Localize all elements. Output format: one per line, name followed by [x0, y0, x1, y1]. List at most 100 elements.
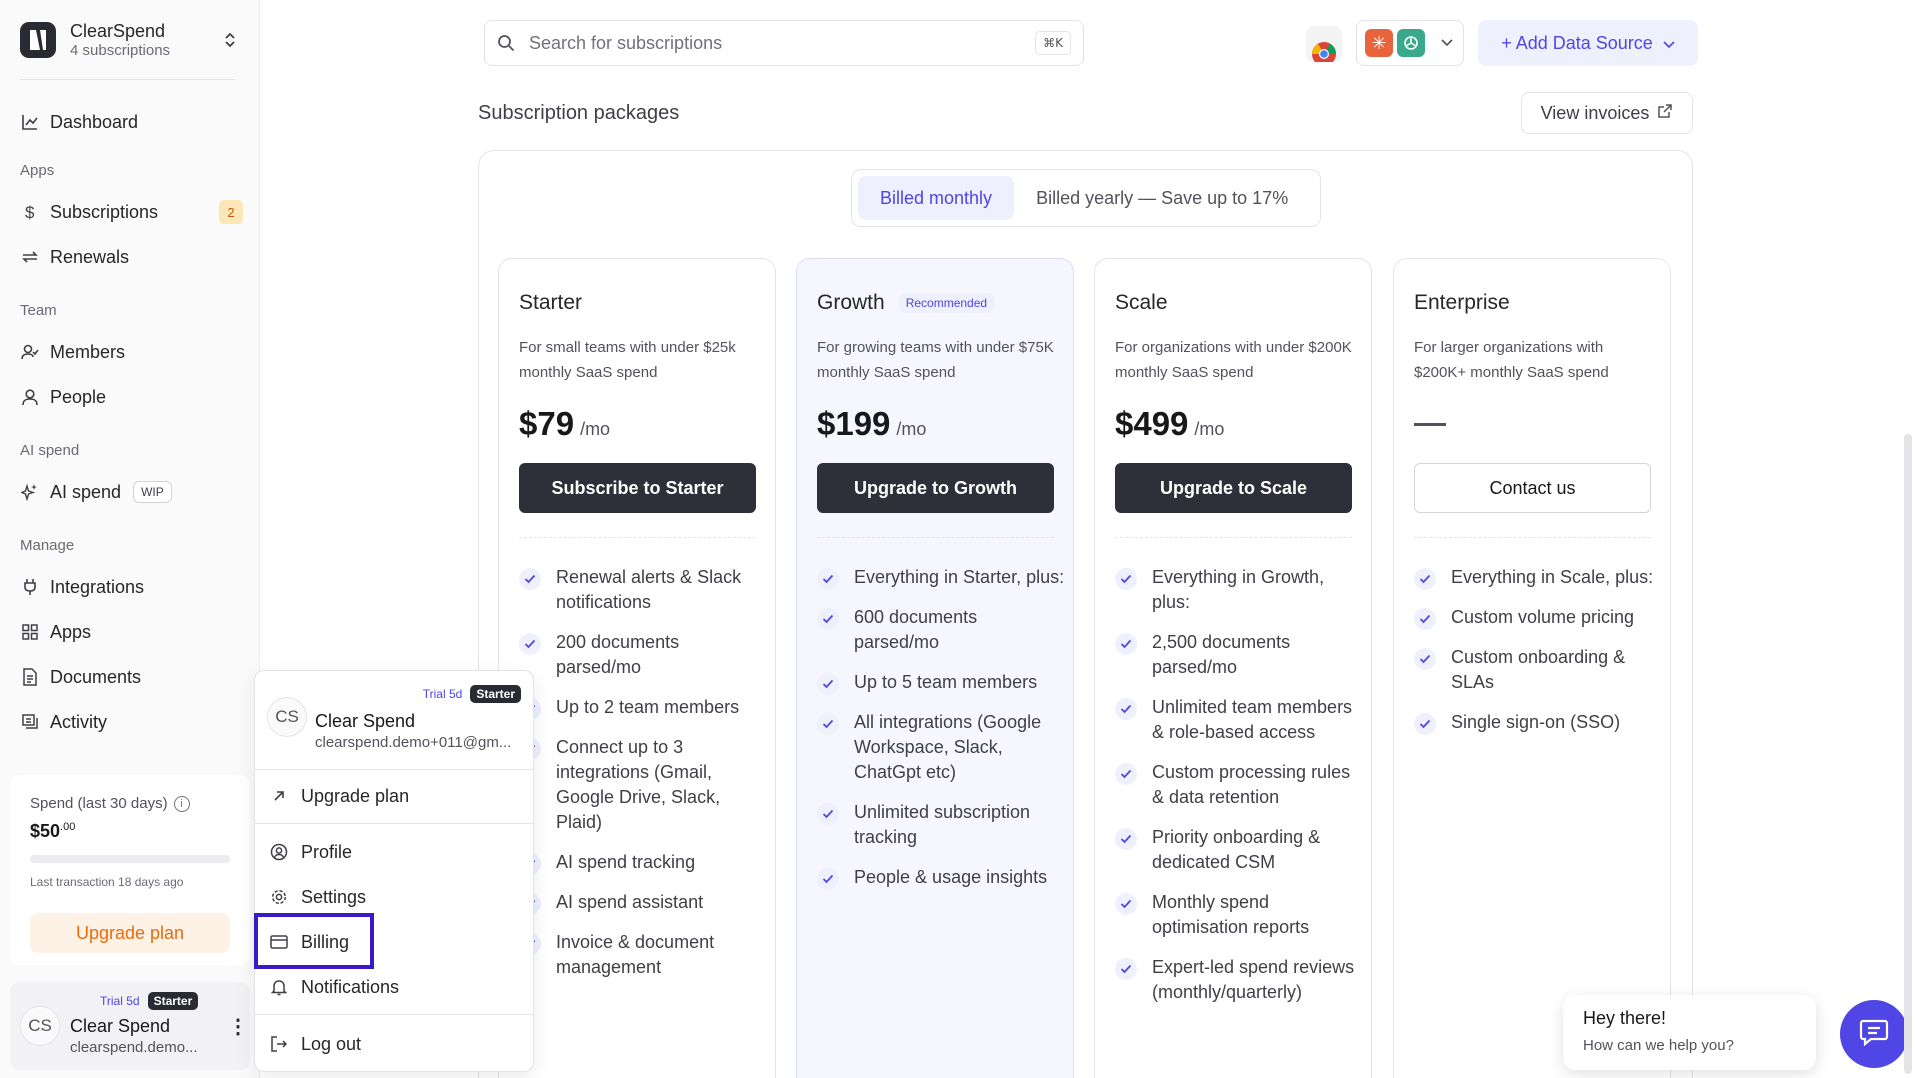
feature-item: 600 documents parsed/mo [817, 605, 1067, 655]
search-input[interactable] [529, 32, 1009, 54]
nav-dashboard-label: Dashboard [50, 111, 139, 132]
plan-description: For organizations with under $200K month… [1115, 339, 1352, 381]
last-transaction: Last transaction 18 days ago [30, 875, 184, 889]
chevron-down-icon [1663, 33, 1675, 54]
user-name: Clear Spend [315, 711, 416, 731]
dollar-icon: $ [20, 202, 40, 222]
feature-item: Monthly spend optimisation reports [1115, 890, 1365, 940]
nav-ai-spend[interactable]: AI spend WIP [20, 477, 172, 507]
more-options-icon[interactable]: ⋮ [228, 1014, 248, 1039]
wip-badge: WIP [133, 481, 172, 503]
plan-price-amount: $499 [1115, 405, 1189, 442]
nav-members[interactable]: Members [20, 337, 125, 367]
feature-text: 200 documents parsed/mo [556, 632, 680, 677]
feature-text: Priority onboarding & dedicated CSM [1152, 827, 1321, 872]
check-icon [1115, 698, 1137, 720]
external-link-icon [1657, 103, 1673, 124]
view-invoices-button[interactable]: View invoices [1521, 92, 1693, 134]
plan-card-enterprise: Enterprise For larger organizations with… [1393, 258, 1671, 1078]
plan-badge: Starter [470, 685, 521, 703]
plan-name: Starter [519, 291, 582, 315]
feature-text: Expert-led spend reviews (monthly/quarte… [1152, 957, 1355, 1002]
billed-yearly-option[interactable]: Billed yearly — Save up to 17% [1014, 176, 1310, 220]
chat-subtitle: How can we help you? [1583, 1037, 1734, 1054]
nav-apps[interactable]: Apps [20, 617, 91, 647]
nav-dashboard[interactable]: Dashboard [20, 107, 138, 137]
nav-documents[interactable]: Documents [20, 662, 141, 692]
contact-us-button[interactable]: Contact us [1414, 463, 1651, 513]
chat-greeting-bubble[interactable]: Hey there! How can we help you? [1563, 995, 1816, 1070]
check-icon [1115, 828, 1137, 850]
plan-price-period: /mo [580, 419, 611, 439]
menu-upgrade-plan[interactable]: Upgrade plan [269, 781, 409, 811]
plan-price-amount: $79 [519, 405, 575, 442]
spend-amount-cents: .00 [60, 821, 76, 833]
feature-item: Invoice & document management [519, 930, 769, 980]
menu-notifications[interactable]: Notifications [269, 972, 399, 1002]
spend-progress-bar [30, 855, 230, 863]
info-icon[interactable]: i [173, 795, 190, 812]
upgrade-scale-button[interactable]: Upgrade to Scale [1115, 463, 1352, 513]
workspace-name: ClearSpend [70, 21, 166, 41]
feature-text: Everything in Growth, plus: [1152, 567, 1325, 612]
add-data-source-button[interactable]: + Add Data Source [1478, 20, 1698, 66]
nav-activity[interactable]: Activity [20, 707, 107, 737]
repeat-icon [20, 247, 40, 267]
divider [255, 1014, 533, 1015]
section-label-apps: Apps [20, 162, 55, 179]
feature-item: Everything in Scale, plus: [1414, 565, 1664, 590]
arrow-up-right-icon [269, 786, 289, 806]
menu-logout[interactable]: Log out [269, 1029, 361, 1059]
check-icon [1414, 608, 1436, 630]
feature-list: Everything in Starter, plus: 600 document… [817, 565, 1067, 905]
chrome-icon[interactable] [1306, 26, 1342, 66]
menu-profile[interactable]: Profile [269, 837, 352, 867]
spend-summary-card: Spend (last 30 days) i $50.00 Last trans… [10, 775, 250, 965]
chat-launcher-button[interactable] [1840, 1000, 1908, 1068]
plan-description: For growing teams with under $75K monthl… [817, 339, 1054, 381]
nav-apps-label: Apps [50, 621, 92, 642]
subscribe-starter-button[interactable]: Subscribe to Starter [519, 463, 756, 513]
ai-provider-switcher[interactable]: ✳ [1356, 20, 1464, 66]
upgrade-growth-button[interactable]: Upgrade to Growth [817, 463, 1054, 513]
scrollbar[interactable] [1904, 434, 1912, 1074]
menu-settings[interactable]: Settings [269, 882, 366, 912]
menu-notifications-label: Notifications [301, 976, 400, 997]
divider [817, 537, 1054, 538]
spend-label: Spend (last 30 days) i [30, 795, 190, 812]
feature-item: AI spend assistant [519, 890, 769, 915]
nav-people[interactable]: People [20, 382, 106, 412]
recommended-badge: Recommended [898, 293, 995, 313]
feature-item: 2,500 documents parsed/mo [1115, 630, 1365, 680]
feature-item: People & usage insights [817, 865, 1067, 890]
feature-item: Everything in Growth, plus: [1115, 565, 1365, 615]
feature-text: Connect up to 3 integrations (Gmail, Goo… [556, 737, 721, 832]
page-title: Subscription packages [478, 102, 680, 124]
feature-item: Priority onboarding & dedicated CSM [1115, 825, 1365, 875]
search-bar[interactable]: ⌘K [484, 20, 1084, 66]
nav-integrations[interactable]: Integrations [20, 572, 144, 602]
check-icon [817, 803, 839, 825]
billing-period-toggle: Billed monthly Billed yearly — Save up t… [851, 169, 1321, 227]
nav-renewals-label: Renewals [50, 246, 130, 267]
feature-text: 2,500 documents parsed/mo [1152, 632, 1291, 677]
nav-subscriptions[interactable]: $ Subscriptions [20, 197, 158, 227]
upgrade-plan-button[interactable]: Upgrade plan [30, 913, 230, 953]
check-icon [817, 673, 839, 695]
feature-item: Custom processing rules & data retention [1115, 760, 1365, 810]
plan-price-amount: $199 [817, 405, 891, 442]
nav-documents-label: Documents [50, 666, 142, 687]
plan-name-text: Enterprise [1414, 291, 1510, 314]
divider [255, 769, 533, 770]
user-account-card[interactable]: Trial 5d Starter CS Clear Spend clearspe… [10, 982, 250, 1070]
plan-name: Scale [1115, 291, 1168, 315]
check-icon [1115, 958, 1137, 980]
billed-monthly-option[interactable]: Billed monthly [858, 176, 1015, 220]
nav-renewals[interactable]: Renewals [20, 242, 129, 272]
check-icon [1115, 568, 1137, 590]
plan-price-placeholder [1414, 423, 1446, 426]
workspace-switcher[interactable]: ClearSpend 4 subscriptions [20, 18, 240, 62]
chat-icon [1859, 1018, 1889, 1051]
divider [1414, 537, 1651, 538]
add-data-source-label: + Add Data Source [1501, 32, 1653, 53]
